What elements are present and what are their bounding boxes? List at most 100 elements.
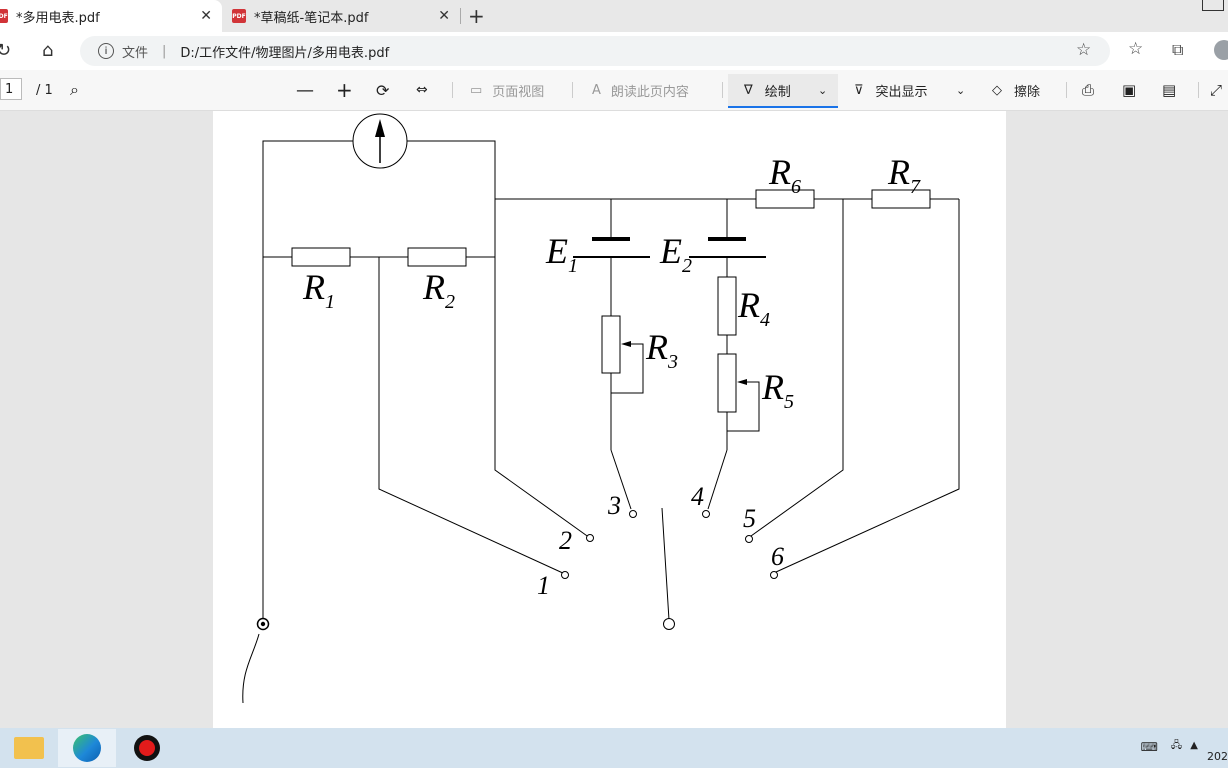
add-favorite-icon[interactable]: ☆ <box>1076 40 1091 60</box>
edge-icon <box>73 734 101 762</box>
label-r6: R6 <box>768 152 801 198</box>
read-aloud-button[interactable]: A 朗读此页内容 <box>592 70 689 110</box>
terminal-label-6: 6 <box>771 542 784 571</box>
terminal-5[interactable] <box>745 535 753 543</box>
label-r5: R5 <box>761 367 794 413</box>
common-jack-center <box>260 621 266 627</box>
file-scheme-label: 文件 <box>122 45 149 61</box>
collections-icon[interactable]: ⧉ <box>1172 40 1183 60</box>
r3-slider-arrow <box>621 341 631 347</box>
home-icon[interactable]: ⌂ <box>42 40 53 61</box>
label-r3: R3 <box>645 327 678 373</box>
wire-to-terminal-4 <box>707 449 728 510</box>
tab-caogaozhi[interactable]: PDF *草稿纸-笔记本.pdf ✕ <box>232 0 460 32</box>
zoom-in-icon[interactable]: + <box>336 70 353 110</box>
profile-avatar[interactable] <box>1214 40 1228 60</box>
address-row: ↻ ⌂ i 文件 | D:/工作文件/物理图片/多用电表.pdf ☆ ☆ ⧉ <box>0 32 1228 70</box>
save-as-icon[interactable]: ▤ <box>1162 70 1176 110</box>
save-icon[interactable]: ▣ <box>1122 70 1136 110</box>
highlight-icon: ⊽ <box>854 82 864 98</box>
toolbar-divider <box>1066 82 1067 98</box>
draw-button[interactable]: ∇ 绘制 <box>744 70 791 110</box>
resistor-r4 <box>717 276 737 336</box>
terminal-6[interactable] <box>770 571 778 579</box>
label-r2: R2 <box>422 267 455 313</box>
r5-slider-arrow <box>737 379 747 385</box>
zoom-out-icon[interactable]: — <box>296 70 314 110</box>
address-bar[interactable]: i 文件 | D:/工作文件/物理图片/多用电表.pdf <box>80 36 1110 66</box>
new-tab-button[interactable]: + <box>468 4 485 28</box>
taskbar: ⌨ 🖧 ▲ 202 <box>0 728 1228 768</box>
erase-button[interactable]: ◇ 擦除 <box>992 70 1040 110</box>
resistor-r6 <box>755 189 815 209</box>
terminal-label-1: 1 <box>537 571 550 600</box>
fit-width-icon[interactable]: ⇔ <box>416 70 428 110</box>
tab-duoyong-dianbiao[interactable]: PDF *多用电表.pdf ✕ <box>0 0 222 32</box>
recorder-button[interactable] <box>118 729 176 767</box>
left-main-wire <box>262 140 353 625</box>
keyboard-icon[interactable]: ⌨ <box>1141 740 1158 754</box>
toolbar-divider <box>722 82 723 98</box>
read-aloud-icon: A <box>592 82 601 98</box>
wire-to-terminal-1 <box>378 257 566 575</box>
toolbar-divider <box>572 82 573 98</box>
rotate-icon[interactable]: ⟳ <box>376 70 389 110</box>
edge-browser-button[interactable] <box>58 729 116 767</box>
print-icon[interactable]: ⎙ <box>1082 70 1094 110</box>
eraser-icon: ◇ <box>992 82 1002 98</box>
label-e2: E2 <box>659 231 692 277</box>
close-icon[interactable]: ✕ <box>200 8 212 24</box>
tab-strip: PDF *多用电表.pdf ✕ PDF *草稿纸-笔记本.pdf ✕ + <box>0 0 1228 32</box>
terminal-3[interactable] <box>629 510 637 518</box>
resistor-r7 <box>871 189 931 209</box>
tab-title: *草稿纸-笔记本.pdf <box>254 10 369 26</box>
tray-expand-icon[interactable]: ▲ <box>1190 740 1198 751</box>
chevron-down-icon[interactable]: ⌄ <box>818 70 827 110</box>
record-icon <box>134 735 160 761</box>
label-r7: R7 <box>887 152 921 198</box>
page-view-button[interactable]: ▭ 页面视图 <box>470 70 544 110</box>
folder-icon <box>14 737 44 759</box>
address-divider: | <box>162 43 167 59</box>
file-explorer-button[interactable] <box>0 729 58 767</box>
terminal-label-3: 3 <box>607 491 621 520</box>
terminal-2[interactable] <box>586 534 594 542</box>
selector-switch-arm <box>661 507 670 621</box>
pdf-toolbar: 1 / 1 ⌕ — + ⟳ ⇔ ▭ 页面视图 A 朗读此页内容 ∇ 绘制 ⌄ ⊽ 突出显… <box>0 70 1228 111</box>
label-e1: E1 <box>545 231 578 277</box>
multimeter-circuit-diagram: R1 R2 R3 R4 R5 R6 R7 E1 E2 1 2 3 4 5 6 <box>242 113 960 704</box>
wire-to-terminal-6 <box>775 199 960 573</box>
pdf-file-icon: PDF <box>0 9 8 23</box>
tab-title: *多用电表.pdf <box>16 10 100 26</box>
refresh-icon[interactable]: ↻ <box>0 40 11 61</box>
network-icon[interactable]: 🖧 <box>1171 738 1182 755</box>
terminal-label-5: 5 <box>743 504 756 533</box>
close-icon[interactable]: ✕ <box>438 8 450 24</box>
window-restore-icon[interactable] <box>1202 0 1224 11</box>
terminal-label-2: 2 <box>559 526 572 555</box>
pdf-viewer[interactable]: R1 R2 R3 R4 R5 R6 R7 E1 E2 1 2 3 4 5 6 <box>0 111 1228 728</box>
resistor-r5 <box>717 353 737 413</box>
right-meter-wire <box>407 140 591 539</box>
toolbar-divider <box>1198 82 1199 98</box>
favorites-icon[interactable]: ☆ <box>1128 39 1143 59</box>
chevron-down-icon[interactable]: ⌄ <box>956 70 965 110</box>
highlight-button[interactable]: ⊽ 突出显示 <box>854 70 928 110</box>
page-total: / 1 <box>36 82 53 98</box>
page-number-input[interactable]: 1 <box>0 78 22 100</box>
toolbar-divider <box>452 82 453 98</box>
terminal-1[interactable] <box>561 571 569 579</box>
probe-lead <box>242 633 260 704</box>
selector-pivot[interactable] <box>663 618 675 630</box>
url-text[interactable]: D:/工作文件/物理图片/多用电表.pdf <box>180 42 389 61</box>
clock-year: 202 <box>1207 750 1228 763</box>
page-view-icon: ▭ <box>470 82 483 98</box>
label-r4: R4 <box>737 285 770 331</box>
resistor-r1 <box>291 247 351 267</box>
resistor-r3 <box>601 315 621 374</box>
search-icon[interactable]: ⌕ <box>70 70 79 110</box>
terminal-4[interactable] <box>702 510 710 518</box>
resistor-r2 <box>407 247 467 267</box>
info-icon[interactable]: i <box>98 43 114 59</box>
expand-icon[interactable]: ⤢ <box>1210 70 1222 110</box>
